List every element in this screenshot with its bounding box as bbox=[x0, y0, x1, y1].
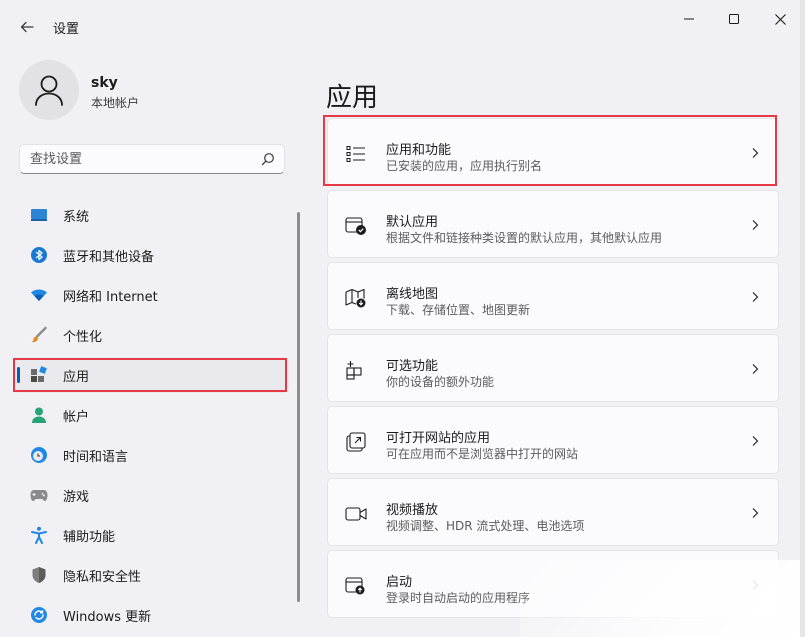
shield-icon bbox=[30, 566, 48, 584]
card-description: 下载、存储位置、地图更新 bbox=[386, 301, 530, 318]
card-description: 视频调整、HDR 流式处理、电池选项 bbox=[386, 517, 584, 534]
sidebar-item-apps[interactable]: 应用 bbox=[14, 357, 289, 393]
sidebar-item-label: 时间和语言 bbox=[63, 446, 128, 465]
gamepad-icon bbox=[30, 486, 48, 504]
default-apps-icon bbox=[345, 215, 367, 237]
search-input[interactable] bbox=[30, 150, 250, 168]
sidebar-scrollbar[interactable] bbox=[297, 212, 300, 602]
sidebar-item-label: 游戏 bbox=[63, 486, 89, 505]
card-default-apps[interactable]: 默认应用 根据文件和链接种类设置的默认应用，其他默认应用 bbox=[327, 190, 779, 258]
startup-icon bbox=[345, 575, 367, 597]
settings-card-list: 应用和功能 已安装的应用，应用执行别名 默认应用 根据文件和链接种类设置的默认应… bbox=[327, 118, 779, 622]
card-apps-features[interactable]: 应用和功能 已安装的应用，应用执行别名 bbox=[327, 118, 779, 186]
card-apps-for-websites[interactable]: 可打开网站的应用 可在应用而不是浏览器中打开的网站 bbox=[327, 406, 779, 474]
card-title: 可选功能 bbox=[386, 355, 438, 374]
sidebar-nav: 系统 蓝牙和其他设备 网络和 Internet 个性化 应用 bbox=[14, 197, 289, 637]
sidebar-item-gaming[interactable]: 游戏 bbox=[14, 477, 289, 513]
card-description: 根据文件和链接种类设置的默认应用，其他默认应用 bbox=[386, 229, 662, 246]
sidebar-item-personalization[interactable]: 个性化 bbox=[14, 317, 289, 353]
card-title: 默认应用 bbox=[386, 211, 438, 230]
card-video-playback[interactable]: 视频播放 视频调整、HDR 流式处理、电池选项 bbox=[327, 478, 779, 546]
card-startup[interactable]: 启动 登录时自动启动的应用程序 bbox=[327, 550, 779, 618]
brush-icon bbox=[30, 326, 48, 344]
chevron-right-icon bbox=[750, 147, 760, 159]
card-description: 已安装的应用，应用执行别名 bbox=[386, 157, 542, 174]
sidebar-item-system[interactable]: 系统 bbox=[14, 197, 289, 233]
sidebar-item-label: 蓝牙和其他设备 bbox=[63, 246, 154, 265]
add-feature-icon bbox=[345, 359, 367, 381]
sidebar-item-bluetooth[interactable]: 蓝牙和其他设备 bbox=[14, 237, 289, 273]
chevron-right-icon bbox=[750, 363, 760, 375]
map-icon bbox=[345, 287, 367, 309]
apps-icon bbox=[30, 366, 48, 384]
user-name: sky bbox=[91, 75, 118, 91]
sidebar-item-privacy[interactable]: 隐私和安全性 bbox=[14, 557, 289, 593]
window-edge bbox=[800, 0, 805, 637]
search-icon[interactable] bbox=[261, 152, 275, 166]
maximize-icon bbox=[729, 14, 739, 24]
card-title: 视频播放 bbox=[386, 499, 438, 518]
back-arrow-icon bbox=[20, 20, 34, 34]
minimize-icon bbox=[684, 14, 694, 24]
person-icon bbox=[34, 74, 64, 106]
sidebar-item-label: 辅助功能 bbox=[63, 526, 115, 545]
sidebar-item-label: 网络和 Internet bbox=[63, 286, 158, 305]
chevron-right-icon bbox=[750, 291, 760, 303]
video-icon bbox=[345, 503, 367, 525]
sidebar-item-label: 系统 bbox=[63, 206, 89, 225]
card-offline-maps[interactable]: 离线地图 下载、存储位置、地图更新 bbox=[327, 262, 779, 330]
page-title: 应用 bbox=[326, 77, 378, 114]
title-bar: 设置 bbox=[0, 0, 805, 50]
card-title: 应用和功能 bbox=[386, 139, 451, 158]
app-title: 设置 bbox=[53, 18, 79, 37]
chevron-right-icon bbox=[750, 507, 760, 519]
card-description: 登录时自动启动的应用程序 bbox=[386, 589, 530, 606]
bluetooth-icon bbox=[30, 246, 48, 264]
card-optional-features[interactable]: 可选功能 你的设备的额外功能 bbox=[327, 334, 779, 402]
card-title: 离线地图 bbox=[386, 283, 438, 302]
sidebar-item-time-language[interactable]: 时间和语言 bbox=[14, 437, 289, 473]
settings-window: 设置 sky 本地帐户 系统 蓝牙和其他 bbox=[0, 0, 805, 637]
person-icon bbox=[30, 406, 48, 424]
chevron-right-icon bbox=[750, 219, 760, 231]
sidebar-item-accessibility[interactable]: 辅助功能 bbox=[14, 517, 289, 553]
update-icon bbox=[30, 606, 48, 624]
sidebar-item-accounts[interactable]: 帐户 bbox=[14, 397, 289, 433]
sidebar-item-label: Windows 更新 bbox=[63, 606, 151, 625]
avatar[interactable] bbox=[19, 60, 79, 120]
sidebar-item-label: 个性化 bbox=[63, 326, 102, 345]
accessibility-icon bbox=[30, 526, 48, 544]
card-description: 你的设备的额外功能 bbox=[386, 373, 494, 390]
sidebar-item-label: 应用 bbox=[63, 366, 89, 385]
maximize-button[interactable] bbox=[711, 6, 757, 32]
close-button[interactable] bbox=[757, 6, 803, 32]
card-description: 可在应用而不是浏览器中打开的网站 bbox=[386, 445, 578, 462]
account-type: 本地帐户 bbox=[91, 94, 139, 111]
sidebar-item-label: 帐户 bbox=[63, 406, 89, 425]
card-title: 可打开网站的应用 bbox=[386, 427, 490, 446]
monitor-icon bbox=[30, 206, 48, 224]
card-title: 启动 bbox=[386, 571, 412, 590]
open-link-icon bbox=[345, 431, 367, 453]
sidebar-item-network[interactable]: 网络和 Internet bbox=[14, 277, 289, 313]
back-button[interactable] bbox=[14, 14, 40, 40]
list-icon bbox=[345, 143, 367, 165]
chevron-right-icon bbox=[750, 435, 760, 447]
clock-globe-icon bbox=[30, 446, 48, 464]
search-box[interactable] bbox=[19, 144, 285, 174]
wifi-icon bbox=[30, 286, 48, 304]
sidebar-item-label: 隐私和安全性 bbox=[63, 566, 141, 585]
sidebar-item-windows-update[interactable]: Windows 更新 bbox=[14, 597, 289, 633]
chevron-right-icon bbox=[750, 579, 760, 591]
minimize-button[interactable] bbox=[666, 6, 712, 32]
close-icon bbox=[775, 14, 786, 25]
